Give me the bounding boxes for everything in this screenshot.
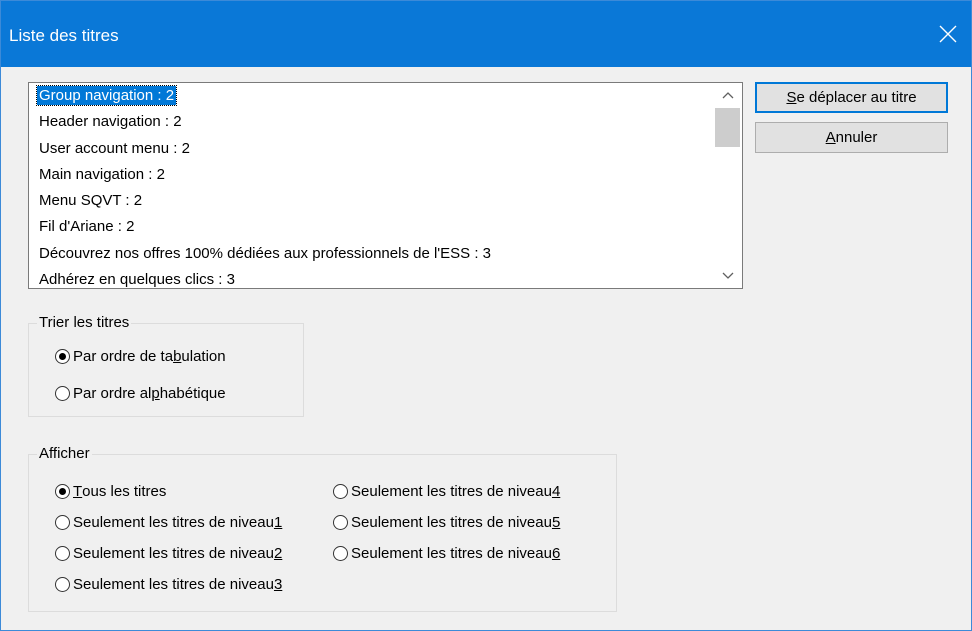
chevron-down-icon xyxy=(722,272,733,279)
radio-accesskey: 4 xyxy=(551,483,561,500)
radio-accesskey: 1 xyxy=(273,514,283,531)
headings-listbox[interactable]: Group navigation : 2 Header navigation :… xyxy=(28,82,743,289)
list-item-label: Découvrez nos offres 100% dédiées aux pr… xyxy=(39,244,492,262)
scroll-up-button[interactable] xyxy=(713,83,742,107)
radio-label: habétique xyxy=(159,385,226,402)
button-accesskey: A xyxy=(825,129,836,146)
list-item-label: Header navigation : 2 xyxy=(39,113,182,131)
radio-label: Seulement les titres de niveau xyxy=(73,576,274,593)
show-radio-all[interactable]: Tous les titres xyxy=(55,483,166,500)
radio-accesskey: 3 xyxy=(273,576,283,593)
sort-radio-tab-order[interactable]: Par ordre de ta b ulation xyxy=(55,348,226,365)
headings-list: Group navigation : 2 Header navigation :… xyxy=(29,83,709,289)
radio-label: Par ordre al xyxy=(73,385,152,402)
radio-accesskey: 6 xyxy=(551,545,561,562)
list-item[interactable]: Menu SQVT : 2 xyxy=(29,188,709,214)
radio-label: Seulement les titres de niveau xyxy=(351,514,552,531)
radio-circle xyxy=(333,484,348,499)
close-button[interactable] xyxy=(925,1,971,67)
radio-label: Par ordre de ta xyxy=(73,348,174,365)
radio-circle xyxy=(333,515,348,530)
dialog-window: Liste des titres Group navigation : 2 He… xyxy=(0,0,972,631)
show-legend: Afficher xyxy=(37,445,92,463)
scroll-down-button[interactable] xyxy=(713,264,742,288)
list-item-label: Group navigation : 2 xyxy=(35,85,178,106)
list-item-label: Adhérez en quelques clics : 3 xyxy=(39,271,235,289)
button-label: nnuler xyxy=(835,129,878,146)
list-item[interactable]: Header navigation : 2 xyxy=(29,109,709,135)
radio-label: Seulement les titres de niveau xyxy=(73,514,274,531)
radio-accesskey: 2 xyxy=(273,545,283,562)
chevron-up-icon xyxy=(722,92,733,99)
radio-circle xyxy=(55,577,70,592)
radio-label: Seulement les titres de niveau xyxy=(73,545,274,562)
radio-circle xyxy=(55,349,70,364)
list-item-label: Menu SQVT : 2 xyxy=(39,192,143,210)
sort-legend: Trier les titres xyxy=(37,314,132,332)
radio-accesskey: p xyxy=(151,385,160,402)
radio-accesskey: T xyxy=(73,483,83,500)
list-item[interactable]: Group navigation : 2 xyxy=(29,83,709,109)
window-title: Liste des titres xyxy=(9,26,119,45)
list-item[interactable]: Découvrez nos offres 100% dédiées aux pr… xyxy=(29,241,709,267)
show-radio-level-5[interactable]: Seulement les titres de niveau 5 xyxy=(333,514,560,531)
show-radio-level-6[interactable]: Seulement les titres de niveau 6 xyxy=(333,545,560,562)
sort-radio-alphabetical[interactable]: Par ordre al p habétique xyxy=(55,385,226,402)
list-item[interactable]: Adhérez en quelques clics : 3 xyxy=(29,267,709,289)
list-item-label: Fil d'Ariane : 2 xyxy=(39,218,135,236)
title-bar: Liste des titres xyxy=(1,1,971,67)
radio-circle xyxy=(55,515,70,530)
show-radio-level-4[interactable]: Seulement les titres de niveau 4 xyxy=(333,483,560,500)
show-radio-level-3[interactable]: Seulement les titres de niveau 3 xyxy=(55,576,282,593)
show-radio-level-1[interactable]: Seulement les titres de niveau 1 xyxy=(55,514,282,531)
radio-circle xyxy=(55,546,70,561)
list-item-label: Main navigation : 2 xyxy=(39,165,165,183)
list-item-label: User account menu : 2 xyxy=(39,139,190,157)
radio-accesskey: 5 xyxy=(551,514,561,531)
list-item[interactable]: User account menu : 2 xyxy=(29,136,709,162)
list-item[interactable]: Fil d'Ariane : 2 xyxy=(29,214,709,240)
radio-label: Seulement les titres de niveau xyxy=(351,545,552,562)
radio-circle xyxy=(55,386,70,401)
button-accesskey: S xyxy=(786,89,797,106)
sort-groupbox: Trier les titres xyxy=(28,314,304,417)
button-label: e déplacer au titre xyxy=(796,89,917,106)
radio-label: ulation xyxy=(181,348,226,365)
radio-label: Seulement les titres de niveau xyxy=(351,483,552,500)
cancel-button[interactable]: Annuler xyxy=(755,122,948,153)
radio-accesskey: b xyxy=(173,348,182,365)
close-icon xyxy=(939,25,957,43)
vertical-scrollbar[interactable] xyxy=(713,83,742,288)
radio-label: ous les titres xyxy=(82,483,167,500)
show-radio-level-2[interactable]: Seulement les titres de niveau 2 xyxy=(55,545,282,562)
radio-circle xyxy=(333,546,348,561)
radio-circle xyxy=(55,484,70,499)
scrollbar-thumb[interactable] xyxy=(715,108,740,147)
list-item[interactable]: Main navigation : 2 xyxy=(29,162,709,188)
move-to-heading-button[interactable]: Se déplacer au titre xyxy=(755,82,948,113)
